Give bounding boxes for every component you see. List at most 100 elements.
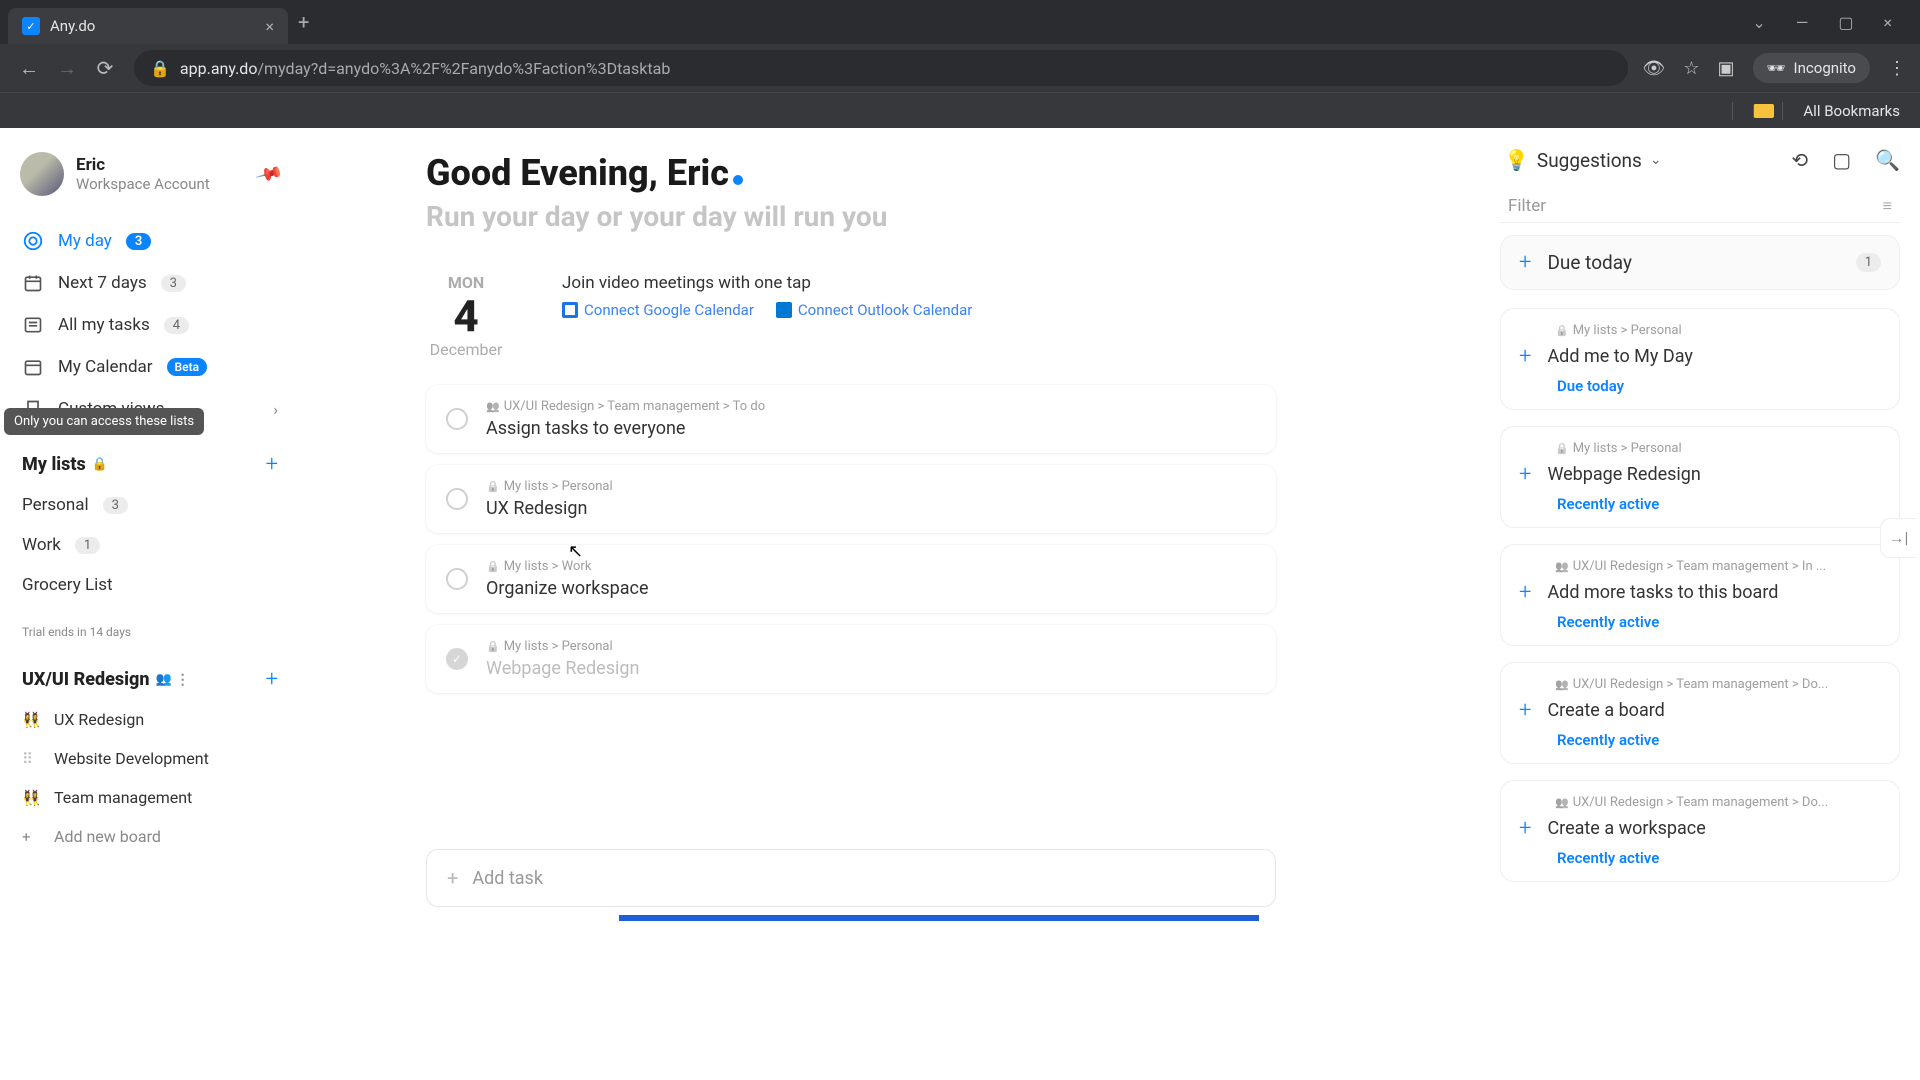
- tagline: Run your day or your day will run you: [426, 200, 1452, 233]
- bookmark-bar: All Bookmarks: [0, 92, 1920, 128]
- nav-next-7-days[interactable]: Next 7 days 3: [12, 262, 288, 304]
- plus-icon[interactable]: +: [1519, 250, 1531, 275]
- target-icon: [22, 230, 44, 252]
- panel-icon[interactable]: ▣: [1717, 58, 1734, 79]
- lock-icon: [486, 639, 500, 654]
- date-block: MON 4 December: [426, 273, 506, 359]
- window-controls: ⌄ — ▢ ×: [1752, 13, 1912, 32]
- nav-all-my-tasks[interactable]: All my tasks 4: [12, 304, 288, 346]
- minimize-icon[interactable]: —: [1796, 13, 1809, 32]
- connect-block: Join video meetings with one tap Connect…: [562, 273, 972, 319]
- beta-badge: Beta: [167, 358, 208, 376]
- board-ux-redesign[interactable]: 👯‍♀️ UX Redesign: [12, 700, 288, 739]
- pin-icon[interactable]: 📌: [254, 159, 284, 188]
- forward-button: →: [52, 56, 82, 81]
- folder-icon: [1753, 104, 1774, 118]
- task-checkbox[interactable]: [446, 568, 468, 590]
- board-website-dev[interactable]: ⠿ Website Development: [12, 739, 288, 778]
- back-button[interactable]: ←: [14, 56, 44, 81]
- lock-icon: [486, 479, 500, 494]
- maximize-icon[interactable]: ▢: [1838, 13, 1853, 32]
- connect-google-button[interactable]: Connect Google Calendar: [562, 301, 754, 319]
- task-checkbox[interactable]: [446, 488, 468, 510]
- chevron-down-icon[interactable]: ⌄: [1752, 13, 1765, 32]
- add-board-button[interactable]: + Add new board: [12, 817, 288, 856]
- board-icon: 👯‍♀️: [22, 789, 42, 807]
- top-actions: 💡 Suggestions ⌄ ⟲ ▢ 🔍: [1500, 148, 1900, 172]
- dot-icon: [733, 175, 743, 185]
- count-badge: 3: [161, 275, 186, 292]
- browser-chrome: ✓ Any.do × + ⌄ — ▢ × ← → ⟳ 🔒 app.any.do/…: [0, 0, 1920, 128]
- profile-name: Eric: [76, 155, 210, 175]
- suggestion-item[interactable]: UX/UI Redesign > Team management > Do...…: [1500, 662, 1900, 764]
- nav-my-calendar[interactable]: My Calendar Beta: [12, 346, 288, 388]
- lock-icon: [1555, 441, 1569, 456]
- count-badge: 3: [103, 497, 128, 514]
- url-host: app.any.do: [180, 59, 258, 78]
- connect-outlook-button[interactable]: Connect Outlook Calendar: [776, 301, 972, 319]
- task-card[interactable]: UX/UI Redesign > Team management > To do…: [426, 385, 1276, 453]
- nav-my-day[interactable]: My day 3: [12, 220, 288, 262]
- people-icon: 👥: [155, 672, 171, 687]
- new-tab-button[interactable]: +: [298, 10, 309, 34]
- add-task-input[interactable]: + Add task: [426, 849, 1276, 907]
- suggestion-group-due-today[interactable]: + Due today 1: [1500, 235, 1900, 290]
- list-work[interactable]: Work 1: [12, 525, 288, 565]
- bottom-banner[interactable]: [619, 915, 1259, 921]
- people-icon: [486, 399, 500, 414]
- suggestion-item[interactable]: UX/UI Redesign > Team management > Do...…: [1500, 780, 1900, 882]
- incognito-badge[interactable]: 🕶 Incognito: [1753, 53, 1871, 83]
- close-window-icon[interactable]: ×: [1883, 13, 1892, 32]
- list-personal[interactable]: Personal 3: [12, 485, 288, 525]
- star-icon[interactable]: ☆: [1683, 58, 1699, 79]
- plus-icon[interactable]: +: [1519, 816, 1531, 841]
- tab-bar: ✓ Any.do × + ⌄ — ▢ ×: [0, 0, 1920, 44]
- section-project[interactable]: UX/UI Redesign 👥 ⋮ +: [12, 659, 288, 700]
- plus-icon[interactable]: +: [1519, 698, 1531, 723]
- all-bookmarks-button[interactable]: All Bookmarks: [1732, 102, 1900, 120]
- count-badge: 3: [126, 233, 151, 250]
- app-root: Eric Workspace Account 📌 My day 3 Next 7…: [0, 128, 1920, 1080]
- people-icon: [1555, 677, 1569, 692]
- tab-title: Any.do: [50, 17, 95, 35]
- task-checkbox[interactable]: [446, 408, 468, 430]
- plus-icon[interactable]: +: [1519, 462, 1531, 487]
- count-badge: 1: [75, 537, 100, 554]
- collapse-right-panel[interactable]: →|: [1880, 518, 1916, 558]
- filter-input[interactable]: Filter ≡: [1500, 190, 1900, 223]
- suggestion-item[interactable]: My lists > Personal +Add me to My Day Du…: [1500, 308, 1900, 410]
- square-icon[interactable]: ▢: [1832, 148, 1851, 172]
- incognito-label: Incognito: [1794, 59, 1856, 77]
- task-card[interactable]: My lists > Personal UX Redesign: [426, 465, 1276, 533]
- plus-icon[interactable]: +: [1519, 344, 1531, 369]
- suggestion-item[interactable]: UX/UI Redesign > Team management > In ..…: [1500, 544, 1900, 646]
- address-bar[interactable]: 🔒 app.any.do/myday?d=anydo%3A%2F%2Fanydo…: [134, 50, 1628, 86]
- list-grocery[interactable]: Grocery List: [12, 565, 288, 605]
- outlook-calendar-icon: [776, 302, 792, 318]
- avatar: [20, 152, 64, 196]
- menu-icon[interactable]: ⋮: [1888, 58, 1906, 79]
- browser-tab[interactable]: ✓ Any.do ×: [8, 8, 288, 44]
- eye-off-icon[interactable]: 👁: [1642, 58, 1665, 79]
- close-tab-icon[interactable]: ×: [265, 17, 274, 36]
- search-icon[interactable]: 🔍: [1875, 148, 1900, 172]
- add-project-item[interactable]: +: [266, 667, 278, 692]
- board-team-mgmt[interactable]: 👯‍♀️ Team management: [12, 778, 288, 817]
- reload-button[interactable]: ⟳: [90, 56, 120, 80]
- lock-icon: 🔒: [150, 59, 170, 78]
- list-icon: [22, 314, 44, 336]
- count-badge: 4: [164, 317, 189, 334]
- plus-icon[interactable]: +: [1519, 580, 1531, 605]
- suggestions-dropdown[interactable]: 💡 Suggestions ⌄: [1504, 148, 1662, 172]
- calendar-week-icon: [22, 272, 44, 294]
- board-icon: ⠿: [22, 750, 42, 768]
- suggestion-item[interactable]: My lists > Personal +Webpage Redesign Re…: [1500, 426, 1900, 528]
- task-checkbox-checked[interactable]: [446, 648, 468, 670]
- more-icon[interactable]: ⋮: [176, 672, 190, 688]
- task-card-completed[interactable]: My lists > Personal Webpage Redesign: [426, 625, 1276, 693]
- add-list-button[interactable]: +: [266, 452, 278, 477]
- sync-icon[interactable]: ⟲: [1791, 148, 1808, 172]
- task-card[interactable]: My lists > Work Organize workspace: [426, 545, 1276, 613]
- profile[interactable]: Eric Workspace Account 📌: [12, 148, 288, 200]
- bulb-icon: 💡: [1504, 148, 1529, 172]
